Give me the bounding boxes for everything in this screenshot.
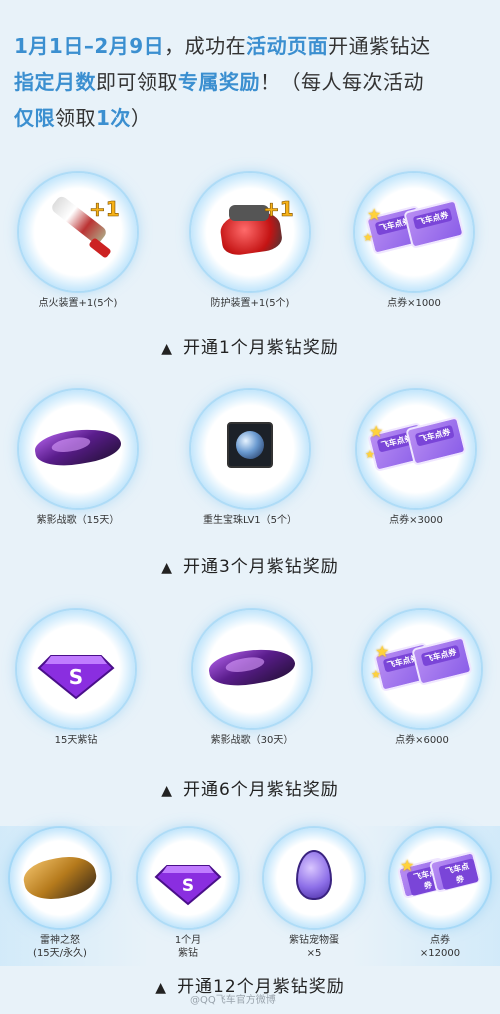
reward-label: 重生宝珠LV1（5个）	[202, 515, 298, 526]
star-icon: ★	[371, 668, 381, 681]
reward-label: 15天紫钻	[54, 735, 98, 746]
tier-caption: ▲ 开通6个月紫钻奖励	[0, 775, 500, 800]
star-icon: ★	[363, 231, 373, 244]
exclusive-reward-highlight: 专属奖励	[178, 70, 260, 94]
reward-item: 飞车点券 飞车点券 ★ ★ 点券×6000	[360, 610, 484, 747]
intro-text-part: ，成功在	[164, 34, 247, 58]
triangle-up-icon: ▲	[161, 341, 173, 357]
triangle-up-icon: ▲	[155, 980, 168, 996]
tier-caption: ▲ 开通1个月紫钻奖励	[0, 333, 500, 358]
kart-icon	[32, 422, 124, 472]
tier-caption-text: 开通1个月紫钻奖励	[182, 338, 339, 358]
reward-item: 雷神之怒 (15天/永久)	[8, 828, 112, 960]
coupon-ticket-text: 飞车点券	[438, 858, 480, 891]
intro-text-part: 即可领取	[96, 70, 178, 94]
triangle-up-icon: ▲	[161, 560, 173, 576]
reward-label: 点券×3000	[389, 515, 443, 526]
star-icon: ★	[400, 856, 415, 875]
reward-label: 防护装置+1(5个)	[210, 298, 290, 309]
tier-caption-text: 开通3个月紫钻奖励	[182, 557, 339, 577]
tier-caption-text: 开通6个月紫钻奖励	[182, 780, 339, 800]
reward-label: 紫影战歌（15天）	[36, 515, 120, 526]
reward-item: 重生宝珠LV1（5个）	[188, 390, 312, 527]
star-icon: ★	[369, 422, 384, 441]
purple-diamond-icon: S	[37, 655, 115, 700]
coupon-ticket-text: 飞车点券	[414, 424, 455, 447]
limit-highlight: 仅限	[14, 106, 55, 130]
tier-caption: ▲ 开通3个月紫钻奖励	[0, 552, 500, 577]
months-highlight: 指定月数	[14, 70, 96, 94]
intro-text-part: ）	[130, 106, 152, 130]
orb-icon	[227, 422, 273, 468]
reward-label: 1个月 紫钻	[174, 935, 202, 959]
reward-item: 飞车点券 飞车点券 ★ ★ 点券×1000	[352, 173, 476, 310]
reward-item: 紫影战歌（30天）	[190, 610, 314, 747]
star-icon: ★	[365, 448, 375, 461]
reward-label: 点券×6000	[395, 735, 449, 746]
intro-text-part: 领取	[55, 106, 96, 130]
plus-one-badge: +1	[263, 197, 294, 222]
reward-item: +1 点火装置+1(5个)	[16, 173, 140, 310]
star-icon: ★	[375, 642, 390, 661]
triangle-up-icon: ▲	[161, 783, 173, 799]
purple-diamond-icon: S	[154, 865, 222, 906]
reward-label: 点火装置+1(5个)	[38, 298, 118, 309]
coupon-ticket-text: 飞车点券	[412, 207, 453, 230]
date-range: 1月1日–2月9日	[14, 34, 165, 58]
activity-page-highlight: 活动页面	[246, 34, 329, 58]
reward-label: 雷神之怒 (15天/永久)	[33, 935, 87, 959]
kart-icon	[206, 642, 298, 692]
reward-label: 点券×1000	[387, 298, 441, 309]
reward-item: 飞车点券 飞车点券 ★ 点券 ×12000	[388, 828, 492, 960]
reward-item: 紫影战歌（15天）	[16, 390, 140, 527]
svg-text:S: S	[182, 876, 194, 896]
reward-item: 飞车点券 飞车点券 ★ ★ 点券×3000	[354, 390, 478, 527]
pet-egg-icon	[296, 850, 332, 900]
reward-label: 紫钻宠物蛋 ×5	[289, 935, 339, 959]
reward-item: 紫钻宠物蛋 ×5	[262, 828, 366, 960]
svg-text:S: S	[69, 665, 83, 689]
intro-text-part: 开通紫钻达	[328, 34, 431, 58]
plus-one-badge: +1	[89, 197, 120, 222]
reward-label: 紫影战歌（30天）	[210, 735, 294, 746]
reward-label: 点券 ×12000	[419, 935, 461, 959]
watermark: @QQ飞车官方微博	[190, 995, 276, 1006]
intro-text: 1月1日–2月9日，成功在活动页面开通紫钻达 指定月数即可领取专属奖励！（每人每…	[14, 28, 490, 136]
intro-text-part: ！（每人每次活动	[260, 70, 424, 94]
reward-item: +1 防护装置+1(5个)	[188, 173, 312, 310]
coupon-ticket-text: 飞车点券	[420, 644, 461, 667]
once-highlight: 1次	[96, 106, 131, 130]
star-icon: ★	[367, 205, 382, 224]
kart-icon	[20, 850, 100, 906]
reward-item: S 15天紫钻	[14, 610, 138, 747]
reward-item: S 1个月 紫钻	[136, 828, 240, 960]
